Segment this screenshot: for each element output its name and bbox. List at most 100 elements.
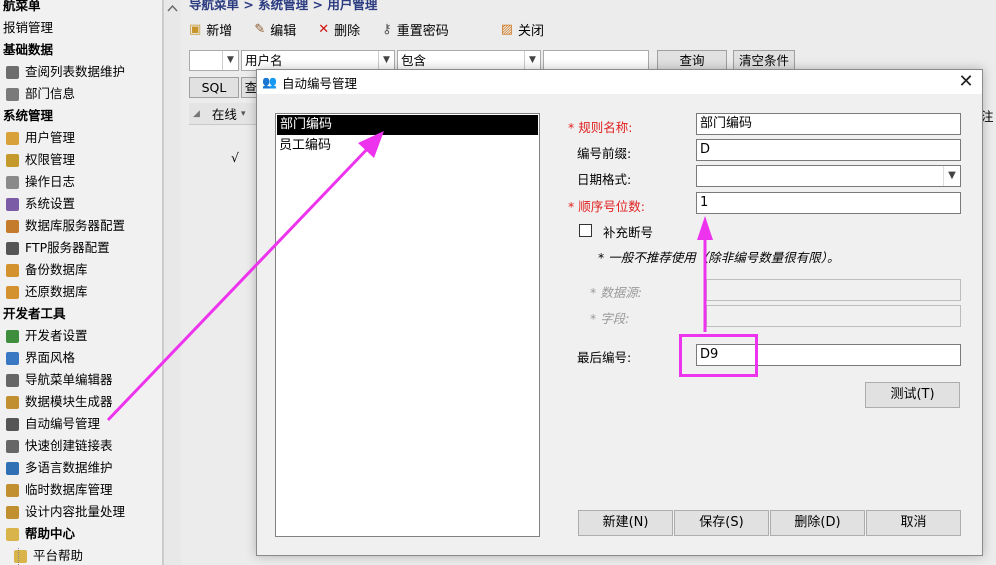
close-icon[interactable]: ✕ xyxy=(956,71,976,93)
sidebar-item[interactable]: 系统设置 xyxy=(0,193,75,215)
sidebar-group-header[interactable]: 报销管理 xyxy=(0,17,53,39)
sidebar-item[interactable]: 多语言数据维护 xyxy=(0,457,113,479)
reset-password-button[interactable]: ⚷ 重置密码 xyxy=(382,20,449,39)
table-icon xyxy=(6,65,19,79)
edit-icon: ✎ xyxy=(254,21,266,37)
document-icon xyxy=(6,87,19,101)
sidebar-item[interactable]: 快速创建链接表 xyxy=(0,435,113,457)
sidebar-item-label: 查阅列表数据维护 xyxy=(25,64,126,79)
new-button[interactable]: ▣ 新增 xyxy=(189,20,232,39)
sidebar-item-label: FTP服务器配置 xyxy=(25,240,110,255)
logic-select[interactable]: ▼ xyxy=(189,50,239,71)
sidebar-item[interactable]: 开发者设置 xyxy=(0,325,88,347)
sidebar-item[interactable]: 界面风格 xyxy=(0,347,75,369)
database-icon xyxy=(6,219,19,233)
sidebar-item-label: 临时数据库管理 xyxy=(25,482,113,497)
sidebar-item[interactable]: 帮助中心 xyxy=(0,523,75,545)
settings-icon xyxy=(6,197,19,211)
backup-icon xyxy=(6,263,19,277)
fill-gap-checkbox[interactable] xyxy=(579,224,592,237)
delete-button[interactable]: ✕ 删除 xyxy=(318,20,360,39)
last-number-input[interactable]: D9 xyxy=(696,344,961,366)
sidebar-item-label: 备份数据库 xyxy=(25,262,88,277)
sidebar-item[interactable]: 数据模块生成器 xyxy=(0,391,113,413)
edit-button[interactable]: ✎ 编辑 xyxy=(254,20,296,39)
filter-value-input[interactable] xyxy=(543,50,649,71)
sidebar-item[interactable]: FTP服务器配置 xyxy=(0,237,110,259)
online-check-cell: √ xyxy=(231,150,239,165)
new-document-icon: ▣ xyxy=(189,21,202,37)
seq-digits-label: * 顺序号位数: xyxy=(568,199,645,214)
sidebar-item[interactable]: 用户管理 xyxy=(0,127,75,149)
sidebar-group-header[interactable]: 航菜单 xyxy=(0,0,41,17)
dialog-titlebar: 👥 自动编号管理 ✕ xyxy=(257,70,982,94)
sidebar-item-label: 界面风格 xyxy=(25,350,76,365)
test-button[interactable]: 测试(T) xyxy=(865,382,960,408)
sidebar-scrollbar[interactable] xyxy=(163,0,181,565)
sidebar-item-label: 帮助中心 xyxy=(25,526,76,541)
rule-name-input[interactable]: 部门编码 xyxy=(696,113,961,135)
temp-db-icon xyxy=(6,483,19,497)
palette-icon xyxy=(6,351,19,365)
sidebar-group-header[interactable]: 基础数据 xyxy=(0,39,53,61)
close-door-icon: ▨ xyxy=(500,21,513,37)
sql-button[interactable]: SQL xyxy=(189,77,239,98)
menu-editor-icon xyxy=(6,373,19,387)
seq-digits-input[interactable]: 1 xyxy=(696,192,961,214)
date-format-select[interactable]: ▼ xyxy=(696,165,961,187)
sidebar-item-label: 数据库服务器配置 xyxy=(25,218,126,233)
scroll-up-icon[interactable] xyxy=(167,4,178,13)
sidebar-group-header[interactable]: 开发者工具 xyxy=(0,303,66,325)
edit-button-label: 编辑 xyxy=(270,23,297,39)
toolbar: ▣ 新增 ✎ 编辑 ✕ 删除 ⚷ 重置密码 ▨ 关闭 xyxy=(189,15,566,43)
sidebar-group-header[interactable]: 系统管理 xyxy=(0,105,53,127)
clear-conditions-button[interactable]: 清空条件 xyxy=(733,50,795,71)
sidebar-item[interactable]: 查阅列表数据维护 xyxy=(0,61,125,83)
cancel-button[interactable]: 取消 xyxy=(866,510,961,536)
delete-rule-button[interactable]: 删除(D) xyxy=(770,510,865,536)
breadcrumb: 导航菜单 > 系统管理 > 用户管理 xyxy=(189,0,378,12)
sidebar-item[interactable]: 权限管理 xyxy=(0,149,75,171)
sidebar-item[interactable]: 导航菜单编辑器 xyxy=(0,369,113,391)
sidebar-item[interactable]: 平台帮助 xyxy=(0,545,83,565)
save-button[interactable]: 保存(S) xyxy=(674,510,769,536)
sidebar-item[interactable]: 备份数据库 xyxy=(0,259,88,281)
online-column-header[interactable]: 在线 xyxy=(212,104,237,123)
sidebar-item[interactable]: 自动编号管理 xyxy=(0,413,100,435)
rule-list[interactable]: 部门编码 员工编码 xyxy=(275,113,540,537)
restore-icon xyxy=(6,285,19,299)
sidebar-item-label: 快速创建链接表 xyxy=(25,438,113,453)
query-button[interactable]: 查询 xyxy=(657,50,727,71)
sidebar-item[interactable]: 数据库服务器配置 xyxy=(0,215,125,237)
chevron-down-icon: ▼ xyxy=(378,51,394,70)
prefix-label: 编号前缀: xyxy=(577,146,632,161)
operator-select-value: 包含 xyxy=(401,53,427,68)
sidebar-item[interactable]: 部门信息 xyxy=(0,83,75,105)
prefix-input[interactable]: D xyxy=(696,139,961,161)
date-format-label: 日期格式: xyxy=(577,172,632,187)
sidebar-item-label: 设计内容批量处理 xyxy=(25,504,126,519)
fill-gap-note: * 一般不推荐使用（除非编号数量很有限）。 xyxy=(598,250,840,265)
sql-row: SQL 查 xyxy=(189,77,261,98)
sidebar-item[interactable]: 临时数据库管理 xyxy=(0,479,113,501)
new-rule-button[interactable]: 新建(N) xyxy=(578,510,673,536)
sidebar-item-label: 基础数据 xyxy=(3,42,54,57)
link-icon xyxy=(6,439,19,453)
datasource-label: * 数据源: xyxy=(590,285,642,300)
fill-gap-label: 补充断号 xyxy=(603,225,654,240)
sidebar-item[interactable]: 操作日志 xyxy=(0,171,75,193)
navigation-sidebar: 航菜单 报销管理基础数据查阅列表数据维护部门信息 系统管理 用户管理 权限管理 操作日志系… xyxy=(0,0,163,565)
sidebar-item-label: 还原数据库 xyxy=(25,284,88,299)
field-select[interactable]: 用户名 ▼ xyxy=(241,50,395,71)
sidebar-item-label: 导航菜单编辑器 xyxy=(25,372,113,387)
rule-list-item[interactable]: 部门编码 xyxy=(277,115,538,135)
sidebar-item[interactable]: 设计内容批量处理 xyxy=(0,501,125,523)
numbering-icon xyxy=(6,417,19,431)
sidebar-item[interactable]: 还原数据库 xyxy=(0,281,88,303)
operator-select[interactable]: 包含 ▼ xyxy=(397,50,541,71)
sidebar-item-label: 开发者工具 xyxy=(3,306,66,321)
rule-list-item[interactable]: 员工编码 xyxy=(276,136,539,156)
close-button[interactable]: ▨ 关闭 xyxy=(501,20,544,39)
tree-connector xyxy=(18,548,19,565)
field-select-value: 用户名 xyxy=(245,53,283,68)
